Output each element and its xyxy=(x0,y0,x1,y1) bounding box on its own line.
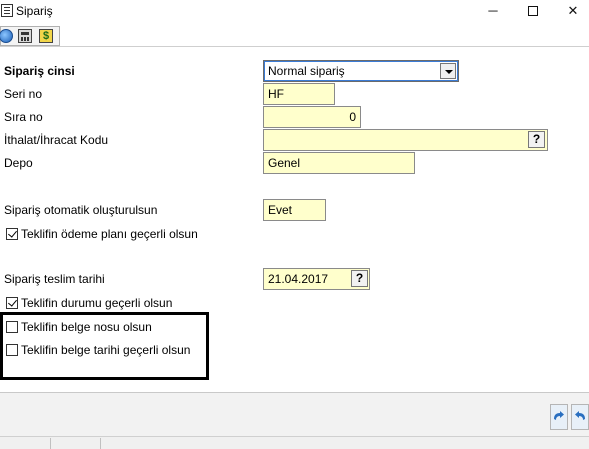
offer-payment-plan-checkbox[interactable]: Teklifin ödeme planı geçerli olsun xyxy=(6,227,198,241)
toolbar: $ xyxy=(0,25,589,47)
auto-create-label: Sipariş otomatik oluşturulsun xyxy=(4,203,158,217)
close-button[interactable]: ✕ xyxy=(553,0,589,23)
offer-doc-date-label: Teklifin belge tarihi geçerli olsun xyxy=(21,343,191,357)
sequence-no-field[interactable]: 0 xyxy=(263,106,361,128)
warehouse-label: Depo xyxy=(4,156,33,170)
warehouse-field[interactable]: Genel xyxy=(263,152,415,174)
import-export-lookup-button[interactable]: ? xyxy=(528,131,545,148)
import-export-code-field[interactable] xyxy=(263,129,548,151)
offer-status-checkbox[interactable]: Teklifin durumu geçerli olsun xyxy=(6,296,172,310)
title-bar: Sipariş ─ ✕ xyxy=(0,0,589,23)
offer-doc-date-checkbox[interactable]: Teklifin belge tarihi geçerli olsun xyxy=(6,343,190,357)
toolbar-group: $ xyxy=(0,26,60,46)
offer-doc-no-label: Teklifin belge nosu olsun xyxy=(21,320,152,334)
minimize-button[interactable]: ─ xyxy=(473,0,513,23)
status-bar xyxy=(0,436,589,449)
help-icon[interactable] xyxy=(0,29,13,43)
checkbox-checked-icon[interactable] xyxy=(6,297,18,309)
calculator-icon[interactable] xyxy=(18,29,32,43)
import-export-code-label: İthalat/İhracat Kodu xyxy=(4,133,109,147)
order-type-value: Normal sipariş xyxy=(268,64,345,78)
offer-payment-plan-label: Teklifin ödeme planı geçerli olsun xyxy=(21,227,198,241)
status-divider xyxy=(100,438,101,449)
offer-status-label: Teklifin durumu geçerli olsun xyxy=(21,296,173,310)
delivery-date-label: Sipariş teslim tarihi xyxy=(4,272,105,286)
status-divider xyxy=(50,438,51,449)
offer-doc-no-checkbox[interactable]: Teklifin belge nosu olsun xyxy=(6,320,152,334)
checkbox-unchecked-icon[interactable] xyxy=(6,344,18,356)
sequence-no-label: Sıra no xyxy=(4,110,43,124)
maximize-icon xyxy=(528,5,538,16)
auto-create-field[interactable]: Evet xyxy=(263,199,326,221)
chevron-down-icon[interactable] xyxy=(440,63,456,79)
footer-panel xyxy=(0,393,589,436)
serial-no-field[interactable]: HF xyxy=(263,83,335,105)
undo-arrow-icon xyxy=(575,411,585,420)
window-title: Sipariş xyxy=(16,4,53,18)
checkbox-checked-icon[interactable] xyxy=(6,228,18,240)
maximize-button[interactable] xyxy=(513,0,553,23)
checkbox-unchecked-icon[interactable] xyxy=(6,321,18,333)
save-button[interactable] xyxy=(550,404,568,430)
order-type-select[interactable]: Normal sipariş xyxy=(263,60,459,82)
order-type-label: Sipariş cinsi xyxy=(4,64,75,78)
undo-button[interactable] xyxy=(571,404,589,430)
serial-no-label: Seri no xyxy=(4,87,43,101)
money-icon[interactable]: $ xyxy=(39,29,53,43)
app-icon xyxy=(1,4,13,17)
save-arrow-icon xyxy=(554,411,564,420)
delivery-date-lookup-button[interactable]: ? xyxy=(351,270,368,287)
